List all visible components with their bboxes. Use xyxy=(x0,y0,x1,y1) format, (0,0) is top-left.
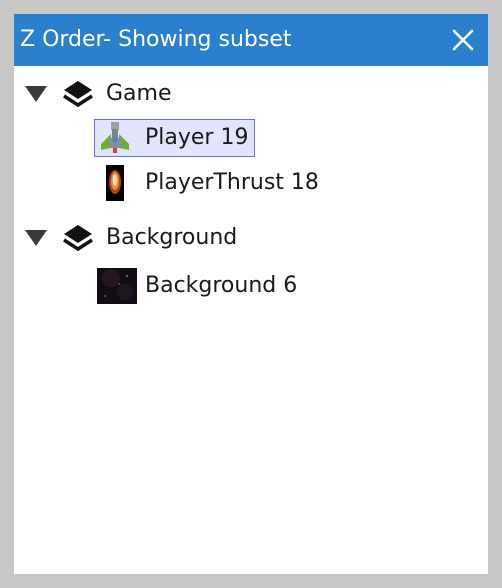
tree-item-background[interactable]: Background 6 xyxy=(94,267,304,305)
layers-icon xyxy=(62,222,94,254)
tree-group-background[interactable]: Background xyxy=(24,218,237,258)
triangle-down-icon xyxy=(25,86,47,102)
tree-item-playerthrust[interactable]: PlayerThrust 18 xyxy=(94,164,326,202)
layers-icon xyxy=(62,78,94,110)
title-bar[interactable]: Z Order- Showing subset xyxy=(14,14,488,66)
group-label: Game xyxy=(106,81,172,106)
window-title: Z Order- Showing subset xyxy=(20,27,292,52)
triangle-down-icon xyxy=(25,230,47,246)
thrust-flame-thumbnail xyxy=(97,165,133,201)
close-button[interactable] xyxy=(450,27,476,53)
z-order-window: Z Order- Showing subset Game Player 19 P… xyxy=(14,14,488,574)
expand-toggle[interactable] xyxy=(24,228,48,248)
tree-item-player[interactable]: Player 19 xyxy=(94,119,256,157)
item-label: PlayerThrust 18 xyxy=(145,170,319,195)
item-label: Player 19 xyxy=(145,125,249,150)
expand-toggle[interactable] xyxy=(24,84,48,104)
player-ship-thumbnail xyxy=(97,120,133,156)
group-label: Background xyxy=(106,225,238,250)
space-background-thumbnail xyxy=(97,268,137,304)
tree-group-game[interactable]: Game xyxy=(24,74,172,114)
item-label: Background 6 xyxy=(145,273,298,298)
close-icon xyxy=(452,29,474,51)
